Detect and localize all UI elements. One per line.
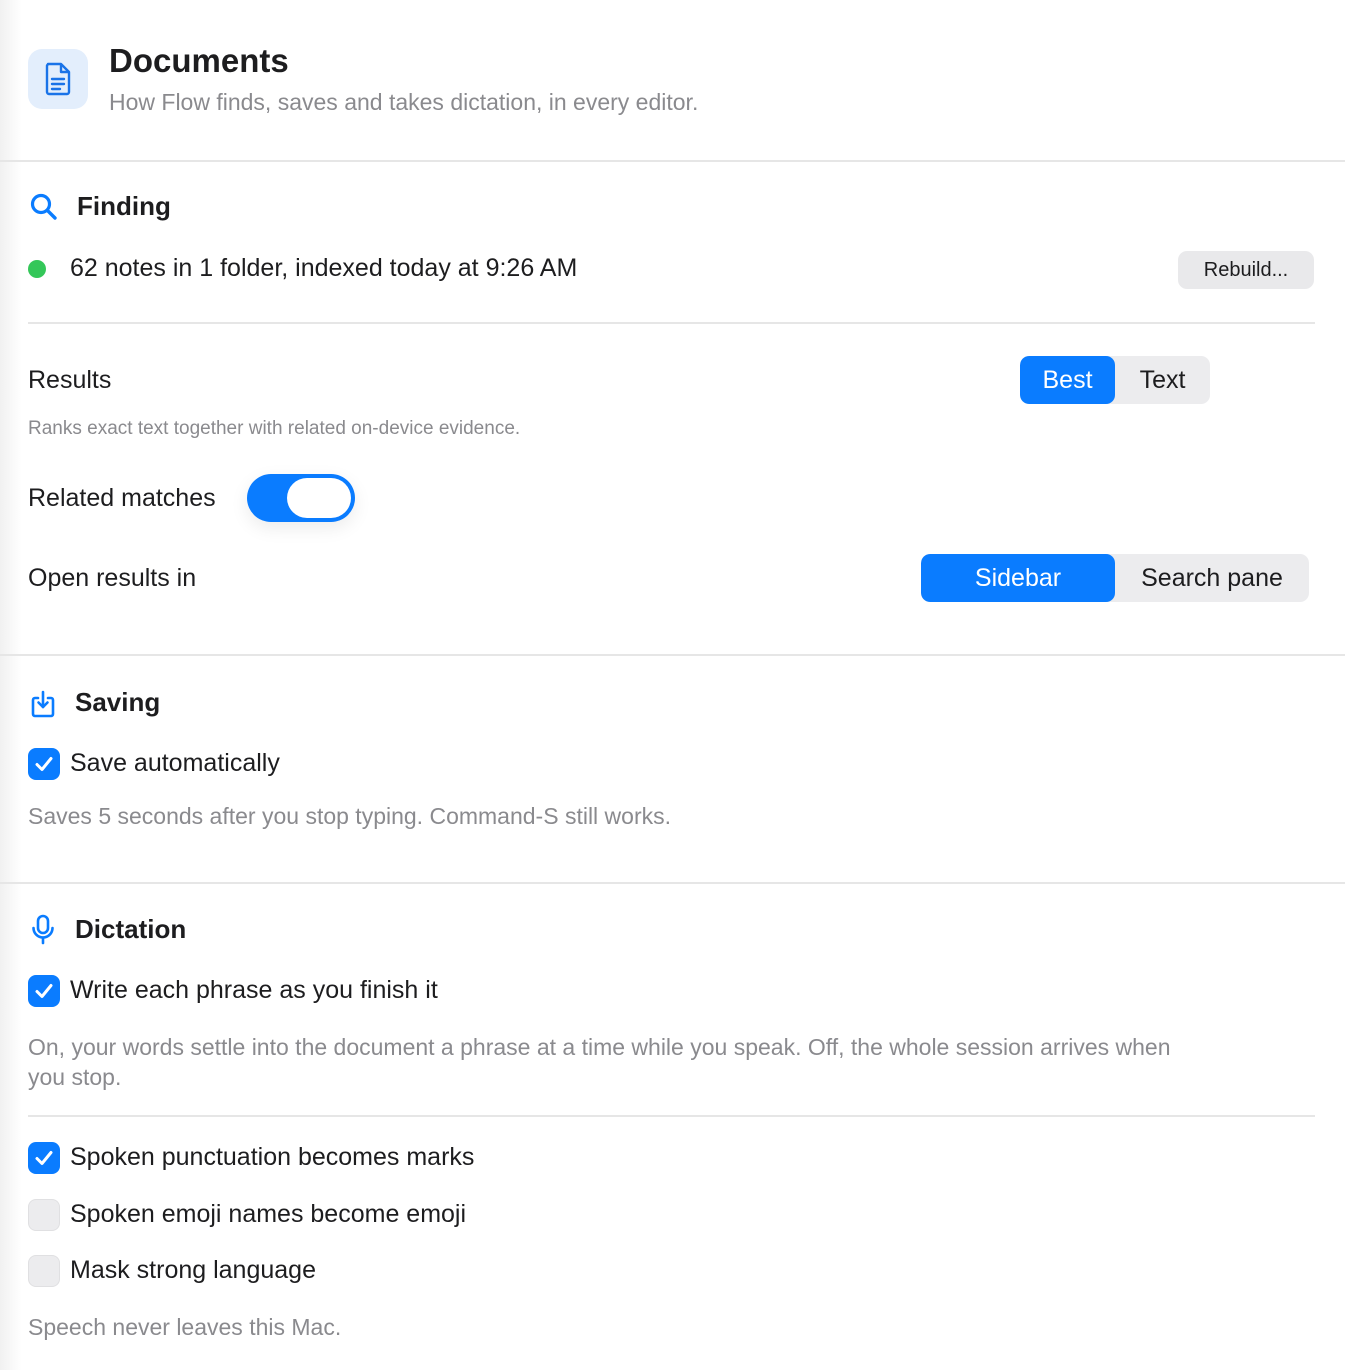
results-label: Results — [28, 366, 112, 394]
spoken-emoji-checkbox[interactable] — [28, 1199, 60, 1231]
index-status-text: 62 notes in 1 folder, indexed today at 9… — [70, 254, 578, 282]
saving-section-title: Saving — [75, 687, 161, 717]
write-each-phrase-checkbox[interactable] — [28, 975, 60, 1007]
finding-divider — [28, 322, 1315, 324]
dictation-section-title: Dictation — [75, 914, 187, 944]
microphone-icon — [27, 914, 59, 946]
open-results-segmented-control: Sidebar Search pane — [921, 554, 1309, 602]
save-icon — [27, 688, 59, 720]
rebuild-button[interactable]: Rebuild... — [1178, 251, 1314, 289]
save-automatically-checkbox[interactable] — [28, 748, 60, 780]
results-option-text[interactable]: Text — [1115, 356, 1210, 404]
header-divider — [0, 160, 1345, 162]
page-subtitle: How Flow finds, saves and takes dictatio… — [109, 89, 699, 115]
search-icon — [28, 191, 60, 223]
document-icon — [28, 49, 88, 109]
finding-section-divider — [0, 654, 1345, 656]
finding-section-title: Finding — [77, 191, 171, 221]
page-title: Documents — [109, 42, 289, 79]
write-each-phrase-hint-line1: On, your words settle into the document … — [28, 1034, 1171, 1060]
spoken-emoji-label: Spoken emoji names become emoji — [70, 1200, 467, 1228]
dictation-divider — [28, 1115, 1315, 1117]
saving-section-divider — [0, 882, 1345, 884]
mask-strong-language-label: Mask strong language — [70, 1256, 316, 1284]
toggle-knob — [287, 478, 351, 518]
open-results-option-search-pane[interactable]: Search pane — [1115, 554, 1309, 602]
results-segmented-control: Best Text — [1020, 356, 1210, 404]
checkmark-icon — [35, 1151, 53, 1165]
write-each-phrase-hint-line2: you stop. — [28, 1064, 122, 1090]
sidebar-edge-shadow — [0, 0, 22, 1370]
checkmark-icon — [35, 757, 53, 771]
results-option-best[interactable]: Best — [1020, 356, 1115, 404]
checkmark-icon — [35, 984, 53, 998]
spoken-punctuation-label: Spoken punctuation becomes marks — [70, 1143, 475, 1171]
open-results-label: Open results in — [28, 564, 197, 592]
results-hint: Ranks exact text together with related o… — [28, 418, 521, 439]
related-matches-label: Related matches — [28, 484, 216, 512]
dictation-footer: Speech never leaves this Mac. — [28, 1314, 342, 1340]
index-status-dot — [28, 260, 46, 278]
saving-hint: Saves 5 seconds after you stop typing. C… — [28, 803, 672, 829]
save-automatically-label: Save automatically — [70, 749, 280, 777]
spoken-punctuation-checkbox[interactable] — [28, 1142, 60, 1174]
open-results-option-sidebar[interactable]: Sidebar — [921, 554, 1115, 602]
mask-strong-language-checkbox[interactable] — [28, 1255, 60, 1287]
related-matches-toggle[interactable] — [247, 474, 355, 522]
write-each-phrase-label: Write each phrase as you finish it — [70, 976, 438, 1004]
